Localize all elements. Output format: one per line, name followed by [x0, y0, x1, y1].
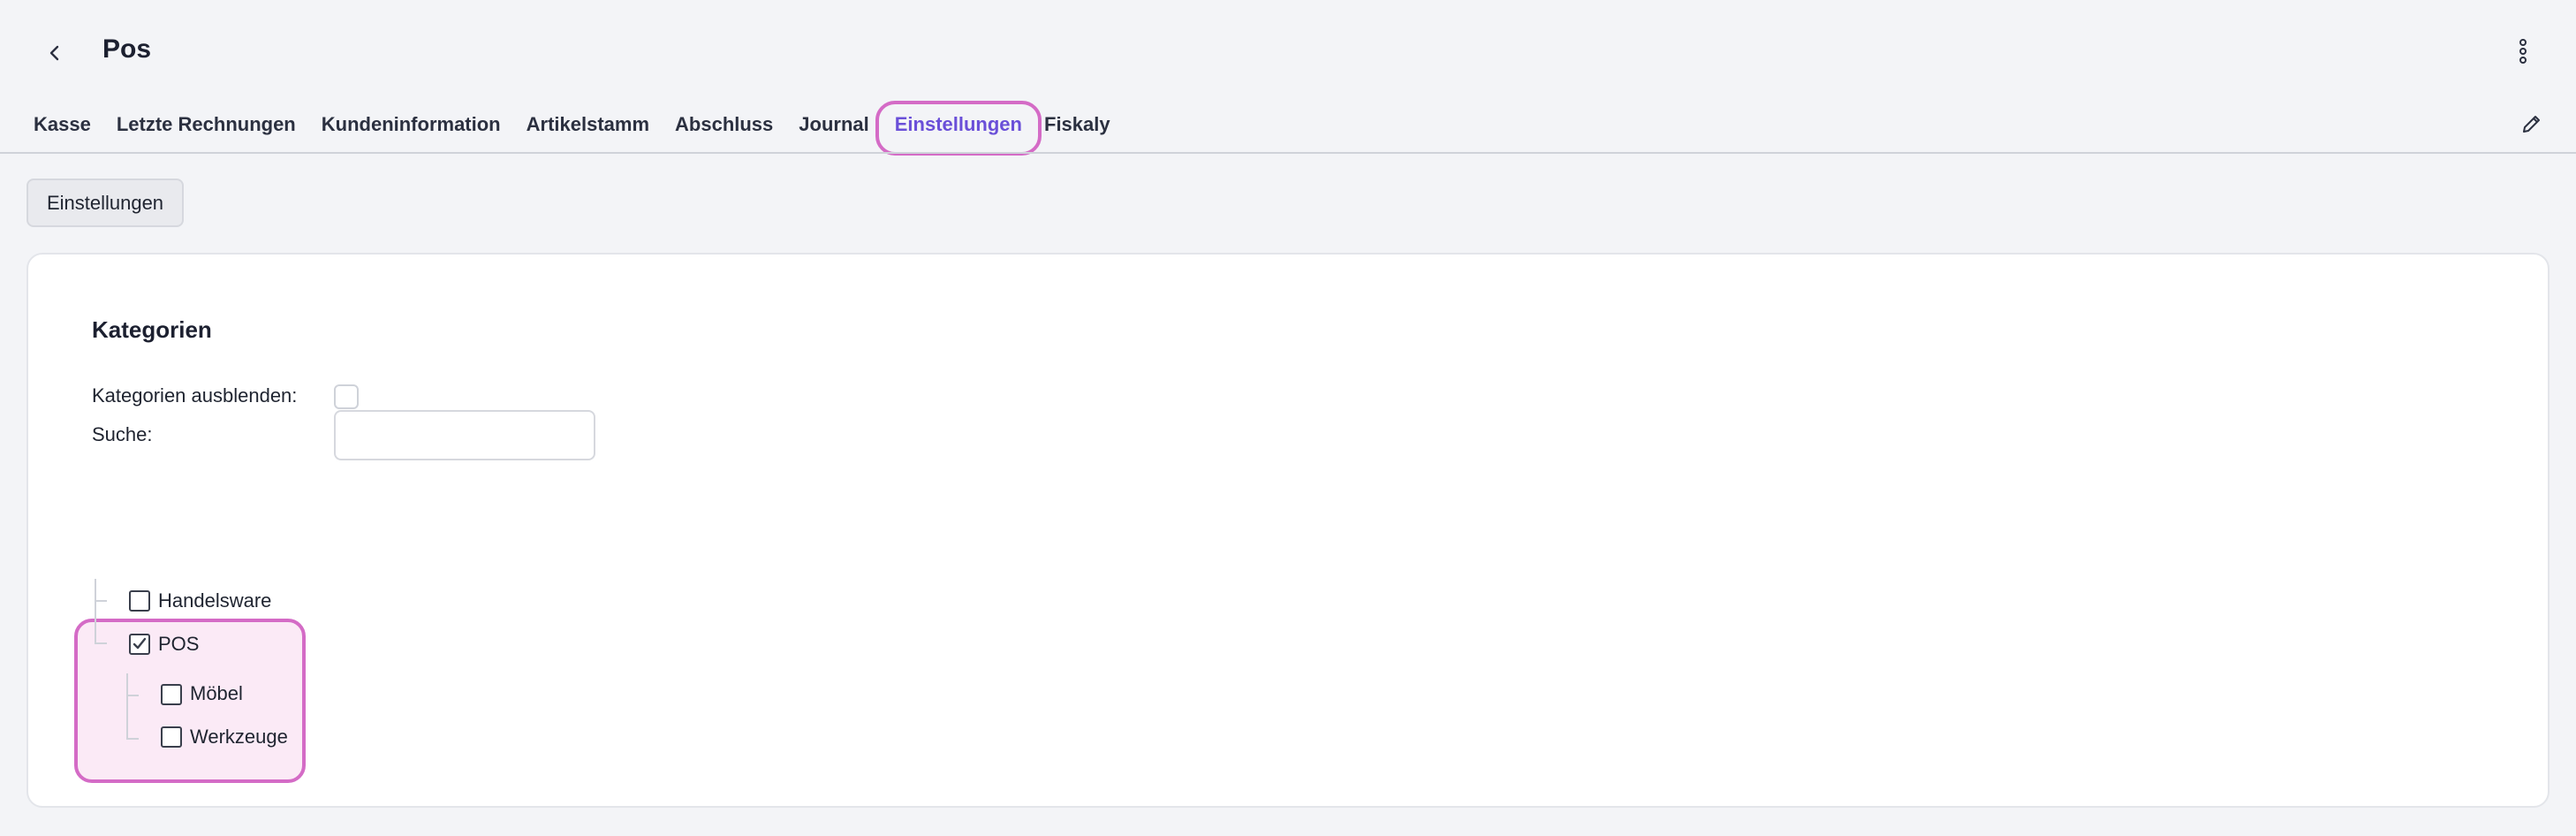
tab-artikelstamm[interactable]: Artikelstamm — [527, 103, 649, 147]
back-button[interactable] — [37, 35, 72, 71]
tree-checkbox-handelsware[interactable] — [129, 590, 150, 612]
einstellungen-subnav-button[interactable]: Einstellungen — [27, 179, 184, 227]
pencil-icon — [2523, 116, 2540, 133]
tree-label-werkzeuge[interactable]: Werkzeuge — [190, 725, 288, 749]
tree-line-horizontal — [126, 738, 139, 740]
tab-bar: Kasse Letzte Rechnungen Kundeninformatio… — [34, 99, 1136, 156]
tab-fiskaly[interactable]: Fiskaly — [1044, 103, 1110, 147]
tree-line-horizontal — [126, 695, 139, 696]
tab-einstellungen[interactable]: Einstellungen — [875, 101, 1042, 156]
settings-card — [27, 253, 2549, 808]
section-title: Kategorien — [92, 316, 212, 343]
checkmark-icon — [133, 637, 147, 650]
kebab-vertical-icon — [2519, 39, 2527, 64]
chevron-left-icon — [49, 45, 59, 61]
tab-kasse[interactable]: Kasse — [34, 103, 91, 147]
hide-categories-label: Kategorien ausblenden: — [92, 384, 298, 407]
tree-label-moebel[interactable]: Möbel — [190, 681, 243, 706]
tab-divider — [0, 152, 2576, 154]
edit-button[interactable] — [2514, 106, 2549, 141]
tree-checkbox-werkzeuge[interactable] — [161, 726, 182, 748]
tree-line-horizontal — [95, 642, 107, 644]
more-options-button[interactable] — [2507, 34, 2539, 69]
search-label: Suche: — [92, 423, 153, 445]
tree-label-pos[interactable]: POS — [158, 632, 199, 657]
tab-einstellungen-label: Einstellungen — [894, 113, 1022, 135]
tree-line-vertical — [95, 579, 96, 642]
tree-line-vertical — [126, 673, 128, 739]
tab-abschluss[interactable]: Abschluss — [675, 103, 773, 147]
tree-checkbox-pos[interactable] — [129, 634, 150, 655]
tab-kundeninformation[interactable]: Kundeninformation — [322, 103, 501, 147]
tree-line-horizontal — [95, 600, 107, 602]
hide-categories-checkbox[interactable] — [334, 384, 359, 409]
tree-label-handelsware[interactable]: Handelsware — [158, 589, 271, 613]
search-input[interactable] — [334, 410, 595, 460]
page-title: Pos — [102, 34, 152, 64]
top-bar: Pos — [0, 0, 2576, 102]
tree-checkbox-moebel[interactable] — [161, 684, 182, 705]
tab-journal[interactable]: Journal — [799, 103, 868, 147]
tab-letzte-rechnungen[interactable]: Letzte Rechnungen — [117, 103, 296, 147]
